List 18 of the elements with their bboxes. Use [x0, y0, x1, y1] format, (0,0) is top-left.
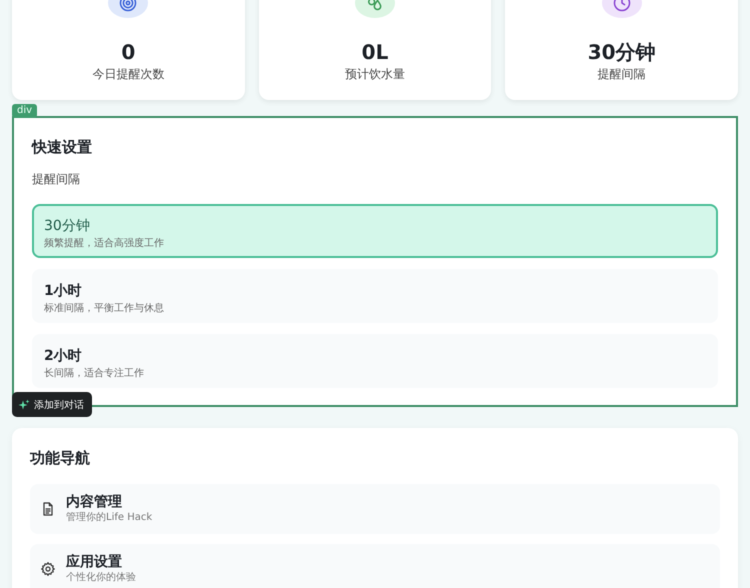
- stat-value: 30分钟: [588, 40, 656, 64]
- interval-option[interactable]: 30分钟 频繁提醒，适合高强度工作: [32, 204, 718, 258]
- element-tag: div: [12, 104, 38, 118]
- add-to-chat-button[interactable]: 添加到对话: [12, 392, 92, 417]
- stat-label: 提醒间隔: [598, 66, 646, 82]
- section-title: 快速设置: [32, 137, 93, 158]
- section-title: 功能导航: [30, 448, 91, 469]
- stat-value: 0L: [362, 40, 388, 64]
- stat-value: 0: [121, 40, 136, 64]
- interval-option[interactable]: 2小时 长间隔，适合专注工作: [32, 334, 718, 388]
- interval-option[interactable]: 1小时 标准间隔，平衡工作与休息: [32, 269, 718, 323]
- stat-label: 预计饮水量: [345, 66, 405, 82]
- nav-item[interactable]: 内容管理 管理你的Life Hack: [30, 484, 720, 534]
- nav-item[interactable]: 应用设置 个性化你的体验: [30, 544, 720, 588]
- stat-label: 今日提醒次数: [92, 66, 164, 82]
- sparkle-icon: [18, 398, 30, 410]
- settings-icon: [40, 561, 56, 577]
- field-label: 提醒间隔: [32, 171, 81, 188]
